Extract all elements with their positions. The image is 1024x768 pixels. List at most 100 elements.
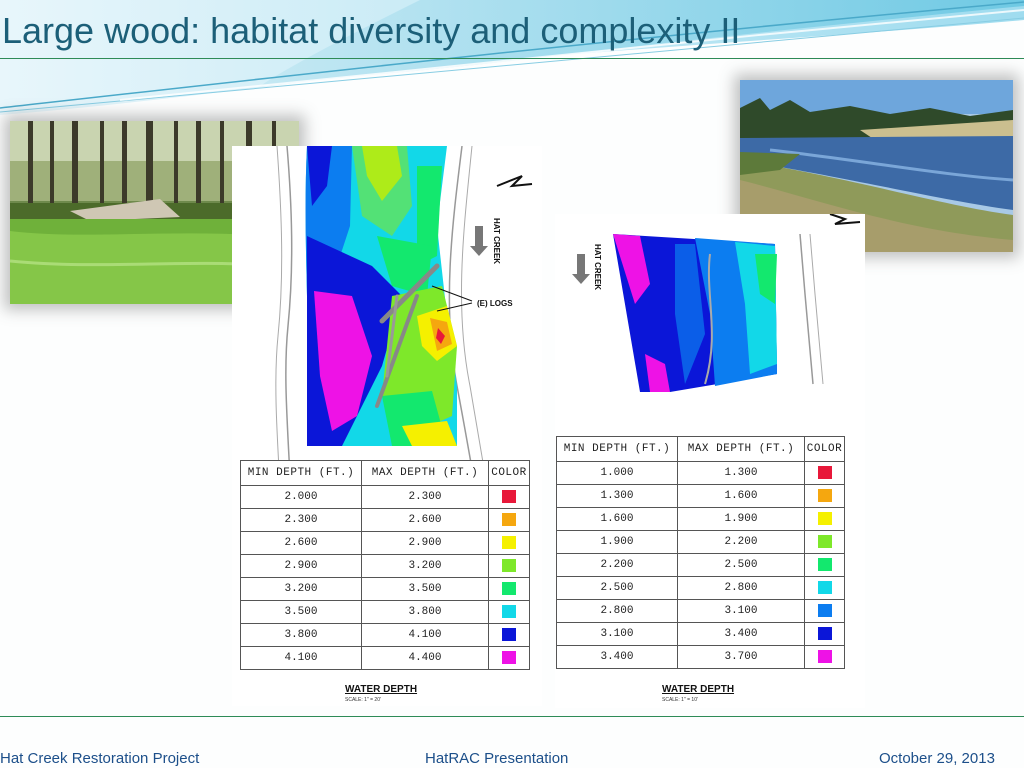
legend-row: 2.500 2.800 xyxy=(556,576,845,600)
legend-row: 4.100 4.400 xyxy=(240,646,530,670)
color-swatch xyxy=(502,628,516,642)
min-depth-cell: 3.200 xyxy=(240,577,362,601)
color-cell xyxy=(488,554,530,578)
color-cell xyxy=(804,576,845,600)
color-cell xyxy=(488,646,530,670)
color-swatch xyxy=(817,512,832,526)
depth-legend-right: MIN DEPTH (FT.) MAX DEPTH (FT.) COLOR 1.… xyxy=(556,436,845,669)
color-cell xyxy=(488,623,530,647)
header-max-depth: MAX DEPTH (FT.) xyxy=(361,460,489,486)
color-swatch xyxy=(502,559,516,573)
max-depth-cell: 2.300 xyxy=(361,485,489,509)
min-depth-cell: 1.900 xyxy=(556,530,678,554)
slide: Large wood: habitat diversity and comple… xyxy=(0,0,1024,768)
max-depth-cell: 3.800 xyxy=(361,600,489,624)
legend-row: 3.400 3.700 xyxy=(556,645,845,669)
max-depth-cell: 1.600 xyxy=(677,484,805,508)
legend-row: 2.800 3.100 xyxy=(556,599,845,623)
legend-row: 2.900 3.200 xyxy=(240,554,530,578)
legend-row: 3.100 3.400 xyxy=(556,622,845,646)
legend-row: 1.600 1.900 xyxy=(556,507,845,531)
header-min-depth: MIN DEPTH (FT.) xyxy=(556,436,678,462)
min-depth-cell: 2.200 xyxy=(556,553,678,577)
min-depth-cell: 1.000 xyxy=(556,461,678,485)
legend-row: 2.000 2.300 xyxy=(240,485,530,509)
legend-header: MIN DEPTH (FT.) MAX DEPTH (FT.) COLOR xyxy=(556,436,845,462)
legend-row: 2.200 2.500 xyxy=(556,553,845,577)
max-depth-cell: 3.100 xyxy=(677,599,805,623)
max-depth-cell: 3.400 xyxy=(677,622,805,646)
color-cell xyxy=(488,577,530,601)
color-cell xyxy=(804,622,845,646)
color-swatch xyxy=(817,558,832,572)
color-swatch xyxy=(817,466,832,480)
min-depth-cell: 2.900 xyxy=(240,554,362,578)
color-swatch xyxy=(502,490,516,504)
header-max-depth: MAX DEPTH (FT.) xyxy=(677,436,805,462)
creek-label-left: HAT CREEK xyxy=(492,218,501,264)
legend-header: MIN DEPTH (FT.) MAX DEPTH (FT.) COLOR xyxy=(240,460,530,486)
footer-date: October 29, 2013 xyxy=(879,750,995,767)
water-depth-caption-left: WATER DEPTH xyxy=(345,684,418,695)
max-depth-cell: 2.500 xyxy=(677,553,805,577)
legend-row: 2.600 2.900 xyxy=(240,531,530,555)
min-depth-cell: 3.100 xyxy=(556,622,678,646)
legend-row: 1.900 2.200 xyxy=(556,530,845,554)
color-swatch xyxy=(502,582,516,596)
scale-left: SCALE: 1" = 20' xyxy=(345,697,381,703)
min-depth-cell: 3.400 xyxy=(556,645,678,669)
color-cell xyxy=(488,485,530,509)
min-depth-cell: 2.300 xyxy=(240,508,362,532)
max-depth-cell: 2.900 xyxy=(361,531,489,555)
logs-label: (E) LOGS xyxy=(477,299,513,308)
legend-row: 1.000 1.300 xyxy=(556,461,845,485)
water-depth-caption-right: WATER DEPTH xyxy=(662,684,735,695)
max-depth-cell: 4.400 xyxy=(361,646,489,670)
min-depth-cell: 2.800 xyxy=(556,599,678,623)
max-depth-cell: 2.600 xyxy=(361,508,489,532)
legend-row: 3.200 3.500 xyxy=(240,577,530,601)
color-cell xyxy=(804,484,845,508)
title-divider xyxy=(0,58,1024,59)
footer-presentation: HatRAC Presentation xyxy=(425,750,569,767)
color-swatch xyxy=(502,513,516,527)
creek-label-right: HAT CREEK xyxy=(593,244,602,290)
color-swatch xyxy=(817,489,832,503)
scale-right: SCALE: 1" = 10' xyxy=(662,697,698,703)
header-color: COLOR xyxy=(804,436,845,462)
header-color: COLOR xyxy=(488,460,530,486)
legend-row: 1.300 1.600 xyxy=(556,484,845,508)
legend-row: 3.500 3.800 xyxy=(240,600,530,624)
max-depth-cell: 3.200 xyxy=(361,554,489,578)
color-cell xyxy=(488,508,530,532)
color-cell xyxy=(804,599,845,623)
min-depth-cell: 1.600 xyxy=(556,507,678,531)
color-cell xyxy=(488,600,530,624)
color-swatch xyxy=(502,605,516,619)
max-depth-cell: 2.200 xyxy=(677,530,805,554)
max-depth-cell: 3.700 xyxy=(677,645,805,669)
footer-project: Hat Creek Restoration Project xyxy=(0,750,200,767)
color-cell xyxy=(804,530,845,554)
color-swatch xyxy=(817,627,832,641)
color-swatch xyxy=(817,535,832,549)
max-depth-cell: 3.500 xyxy=(361,577,489,601)
min-depth-cell: 4.100 xyxy=(240,646,362,670)
color-swatch xyxy=(502,651,516,665)
color-cell xyxy=(804,507,845,531)
min-depth-cell: 1.300 xyxy=(556,484,678,508)
legend-row: 3.800 4.100 xyxy=(240,623,530,647)
min-depth-cell: 2.000 xyxy=(240,485,362,509)
color-swatch xyxy=(502,536,516,550)
min-depth-cell: 3.500 xyxy=(240,600,362,624)
max-depth-cell: 2.800 xyxy=(677,576,805,600)
color-swatch xyxy=(817,650,832,664)
header-min-depth: MIN DEPTH (FT.) xyxy=(240,460,362,486)
legend-row: 2.300 2.600 xyxy=(240,508,530,532)
color-cell xyxy=(804,645,845,669)
max-depth-cell: 1.900 xyxy=(677,507,805,531)
slide-title: Large wood: habitat diversity and comple… xyxy=(2,10,741,51)
min-depth-cell: 3.800 xyxy=(240,623,362,647)
footer-divider xyxy=(0,716,1024,717)
min-depth-cell: 2.600 xyxy=(240,531,362,555)
